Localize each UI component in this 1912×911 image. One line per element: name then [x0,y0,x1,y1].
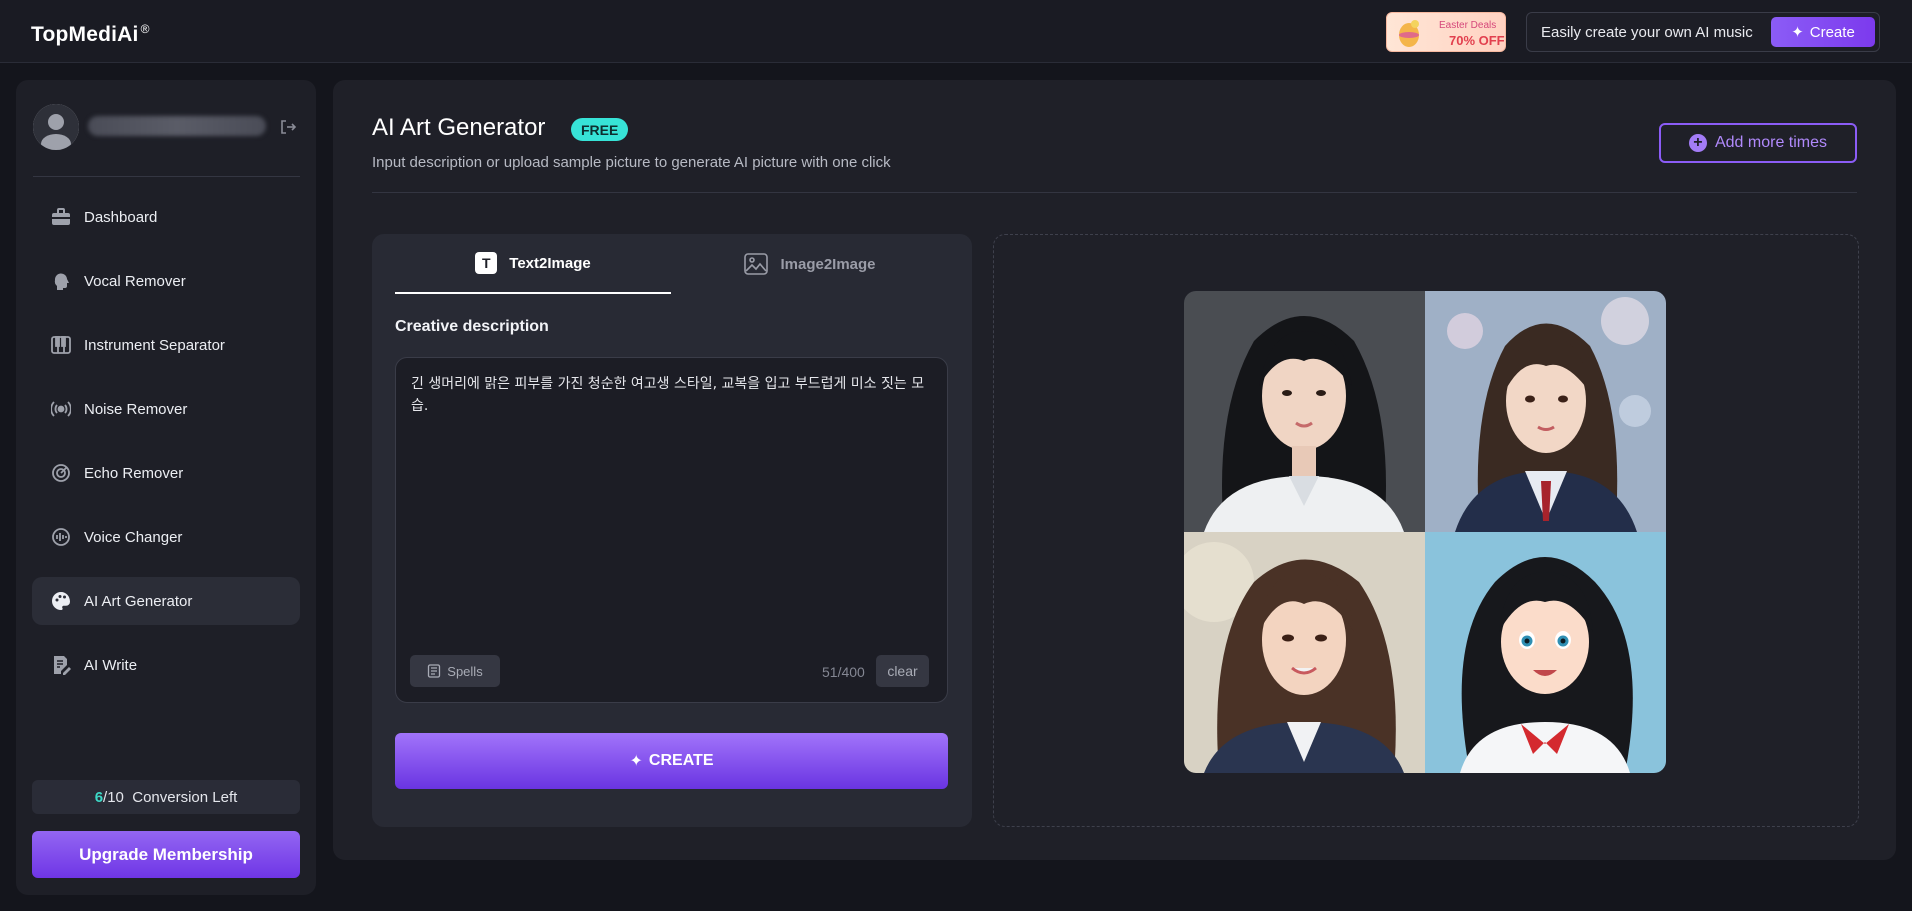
logo-ai: Ai [117,23,139,46]
ai-music-text: Easily create your own AI music [1541,24,1753,41]
spells-label: Spells [447,663,483,679]
easter-egg-icon [1399,20,1419,47]
conversion-label: Conversion Left [132,788,238,806]
logo[interactable]: TopMediAi ® [31,22,150,47]
easter-deals-banner[interactable]: Easter Deals 70% OFF [1386,12,1506,52]
edit-doc-icon [50,654,72,676]
generated-image[interactable] [1425,291,1666,532]
promo-line-1: Easter Deals [1439,20,1497,31]
sidebar-item-ai-art-generator[interactable]: AI Art Generator [32,577,300,625]
generated-image[interactable] [1425,532,1666,773]
add-more-times-label: Add more times [1714,134,1828,151]
sidebar-item-vocal-remover[interactable]: Vocal Remover [32,257,300,305]
create-music-label: Create [1809,23,1855,41]
conversion-used: 6 [94,788,104,806]
result-preview [993,234,1859,827]
conversion-total: /10 [103,788,124,806]
add-more-times-button[interactable]: + Add more times [1659,123,1857,163]
creative-description-label: Creative description [395,318,549,335]
sidebar-item-label: AI Art Generator [84,592,193,610]
logo-text: TopMedi [31,23,118,46]
sidebar-item-label: AI Write [84,656,138,674]
free-badge: FREE [571,118,629,141]
sidebar-item-label: Voice Changer [84,528,183,546]
sidebar-item-label: Instrument Separator [84,336,225,354]
main-content: AI Art Generator FREE Input description … [333,80,1896,860]
logo-registered: ® [140,22,150,36]
generated-image[interactable] [1184,291,1425,532]
upgrade-membership-button[interactable]: Upgrade Membership [32,831,300,878]
sidebar-item-label: Vocal Remover [84,272,186,290]
generated-image[interactable] [1184,532,1425,773]
sparkle-icon: ✦ [629,753,643,770]
description-text[interactable]: 긴 생머리에 맑은 피부를 가진 청순한 여고생 스타일, 교복을 입고 부드럽… [411,373,931,417]
spells-button[interactable]: Spells [410,655,500,687]
sidebar-item-instrument-separator[interactable]: Instrument Separator [32,321,300,369]
top-bar: TopMediAi ® Easter Deals 70% OFF Easily c… [0,0,1912,63]
promo-line-2: 70% OFF [1449,33,1505,48]
briefcase-icon [50,206,72,228]
head-icon [50,270,72,292]
conversion-counter: 6/10 Conversion Left [32,780,300,814]
tab-label: Image2Image [780,255,876,273]
sidebar-divider [33,176,300,177]
sidebar: Dashboard Vocal Remover Instrument Separ… [16,80,316,895]
sidebar-item-label: Dashboard [84,208,158,226]
book-icon [428,664,441,678]
page-title: AI Art Generator [372,114,546,141]
input-panel: T Text2Image Image2Image Creative descri… [372,234,972,827]
broadcast-icon [50,398,72,420]
sidebar-item-dashboard[interactable]: Dashboard [32,193,300,241]
user-icon [33,104,79,150]
palette-icon [50,590,72,612]
sidebar-item-label: Echo Remover [84,464,184,482]
piano-icon [50,334,72,356]
ai-music-promo: Easily create your own AI music ✦ Create [1526,12,1880,52]
create-music-button[interactable]: ✦ Create [1771,17,1875,47]
sparkle-icon: ✦ [1791,24,1804,41]
sidebar-item-ai-write[interactable]: AI Write [32,641,300,689]
sidebar-item-label: Noise Remover [84,400,188,418]
generated-image-grid [1184,291,1666,773]
description-input[interactable]: 긴 생머리에 맑은 피부를 가진 청순한 여고생 스타일, 교복을 입고 부드럽… [395,357,948,703]
logout-icon[interactable] [279,118,297,136]
sidebar-item-echo-remover[interactable]: Echo Remover [32,449,300,497]
sidebar-item-voice-changer[interactable]: Voice Changer [32,513,300,561]
echo-icon [50,462,72,484]
user-email-blurred [88,116,266,136]
image-icon [744,253,769,275]
avatar[interactable] [33,104,79,150]
plus-circle-icon: + [1688,134,1707,152]
page-subtitle: Input description or upload sample pictu… [372,154,891,171]
tab-text2image[interactable]: T Text2Image [395,234,671,294]
text-icon: T [475,252,498,274]
sidebar-item-noise-remover[interactable]: Noise Remover [32,385,300,433]
tab-image2image[interactable]: Image2Image [672,234,948,294]
create-label: CREATE [648,752,714,769]
tab-label: Text2Image [509,254,591,272]
create-button[interactable]: ✦ CREATE [395,733,948,789]
character-count: 51/400 [822,664,865,680]
clear-button[interactable]: clear [876,655,929,687]
header-divider [372,192,1857,193]
voice-changer-icon [50,526,72,548]
